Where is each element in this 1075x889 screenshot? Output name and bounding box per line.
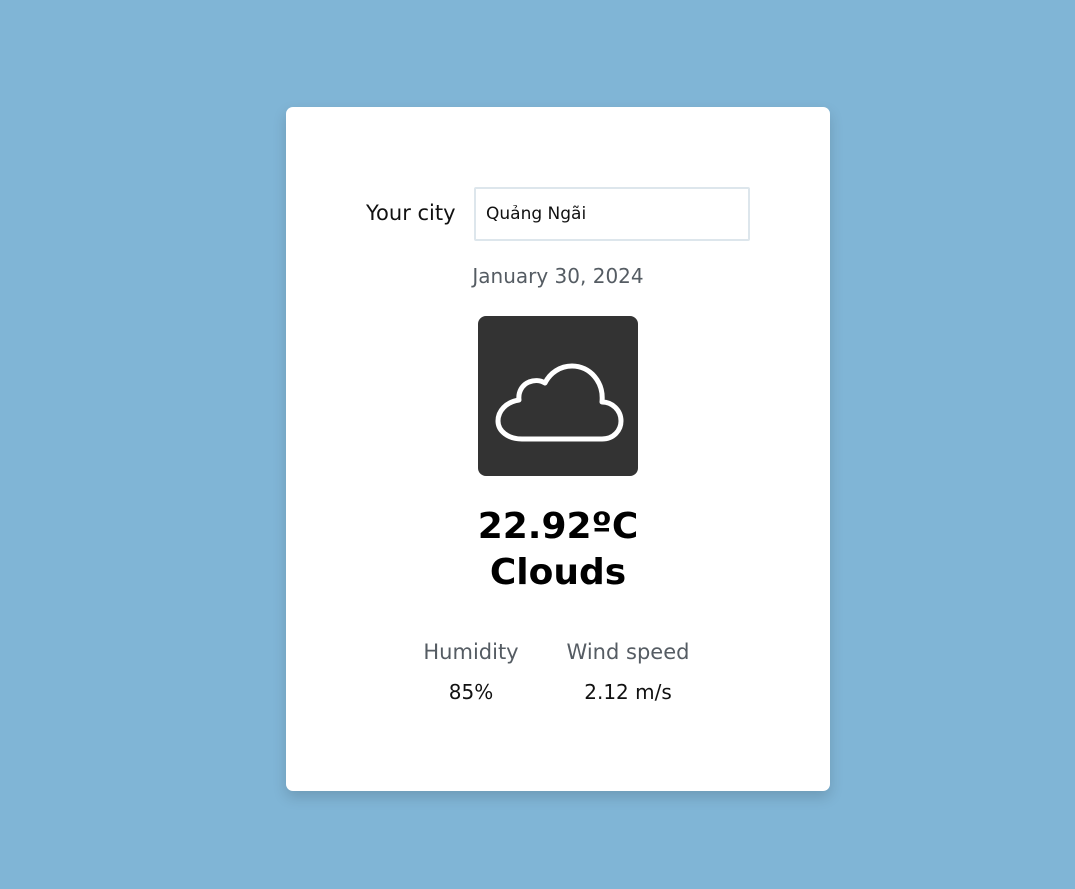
humidity-label: Humidity <box>423 640 519 664</box>
date-text: January 30, 2024 <box>472 264 644 288</box>
temperature-value: 22.92ºC <box>477 506 639 547</box>
city-search-row: Your city <box>286 187 830 241</box>
wind-speed-label: Wind speed <box>566 640 690 664</box>
humidity-value: 85% <box>448 680 494 704</box>
city-input[interactable] <box>474 187 750 241</box>
cloud-icon <box>495 363 624 442</box>
weather-icon-box <box>478 316 638 476</box>
wind-speed-value: 2.12 m/s <box>584 680 672 704</box>
weather-condition: Clouds <box>489 552 627 593</box>
weather-card: Your city January 30, 2024 22.92ºC Cloud… <box>286 107 830 791</box>
city-label: Your city <box>366 201 456 225</box>
